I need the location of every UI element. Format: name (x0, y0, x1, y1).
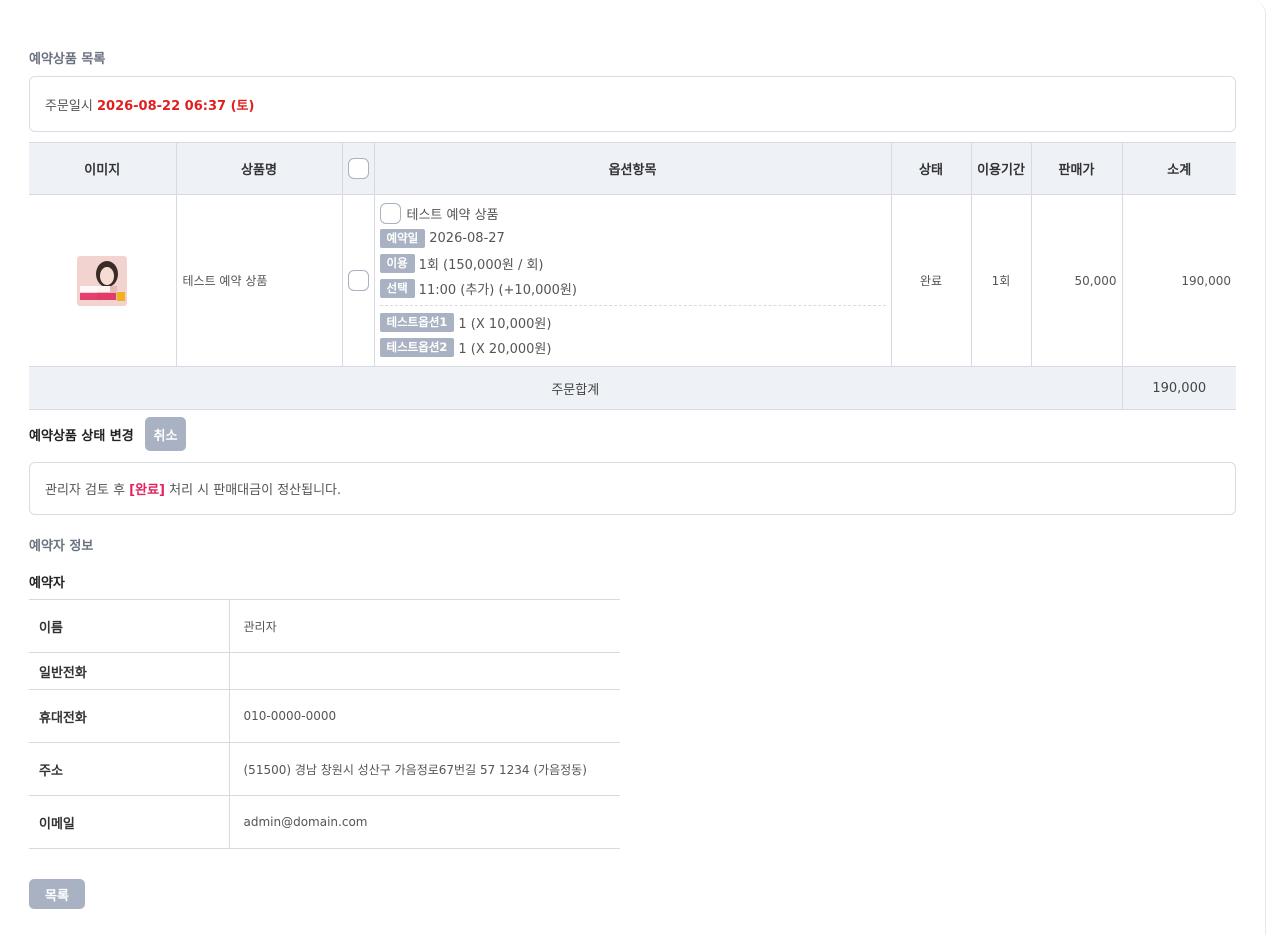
booker-mobile-label: 휴대전화 (29, 689, 230, 743)
product-status: 완료 (890, 194, 971, 367)
option-tag-use: 이용 (379, 254, 415, 273)
table-row: 이메일 admin@domain.com (29, 795, 620, 849)
product-image-cell (29, 194, 176, 367)
col-header-subtotal: 소계 (1121, 142, 1236, 195)
settlement-notice-box: 관리자 검토 후 [완료] 처리 시 판매대금이 정산됩니다. (29, 462, 1236, 515)
col-header-status: 상태 (890, 142, 971, 195)
col-header-options: 옵션항목 (373, 142, 891, 195)
product-table-header: 이미지 상품명 옵션항목 상태 이용기간 판매가 소계 (29, 142, 1236, 195)
booker-phone-value (229, 652, 620, 690)
booker-address-label: 주소 (29, 742, 230, 796)
booker-email-value: admin@domain.com (229, 795, 620, 849)
select-all-checkbox[interactable] (347, 158, 369, 179)
col-header-price: 판매가 (1030, 142, 1122, 195)
option-title: 테스트 예약 상품 (406, 208, 499, 223)
order-total-value: 190,000 (1121, 366, 1236, 410)
row-select-cell (341, 194, 374, 367)
order-total-label: 주문합계 (29, 366, 1122, 410)
booker-mobile-value: 010-0000-0000 (229, 689, 620, 743)
booker-email-label: 이메일 (29, 795, 230, 849)
notice-highlight: [완료] (129, 483, 165, 498)
order-total-row: 주문합계 190,000 (29, 366, 1236, 410)
booker-address-value: (51500) 경남 창원시 성산구 가음정로67번길 57 1234 (가음정… (229, 742, 620, 796)
product-table: 이미지 상품명 옵션항목 상태 이용기간 판매가 소계 테스트 예약 상품 테스… (29, 142, 1236, 410)
option-value-use: 1회 (150,000원 / 회) (418, 258, 544, 273)
booker-phone-label: 일반전화 (29, 652, 230, 690)
table-row: 이름 관리자 (29, 599, 620, 653)
notice-suffix: 처리 시 판매대금이 정산됩니다. (164, 483, 342, 498)
content-card: 예약상품 목록 주문일시 2026-08-22 06:37 (토) 이미지 상품… (0, 0, 1266, 935)
order-datetime-value: 2026-08-22 06:37 (토) (96, 98, 255, 114)
list-button[interactable]: 목록 (29, 879, 85, 909)
product-thumbnail[interactable] (77, 255, 128, 306)
table-row: 일반전화 (29, 652, 620, 690)
option-tag-test1: 테스트옵션1 (379, 313, 455, 332)
option-value-select: 11:00 (추가) (+10,000원) (418, 283, 577, 298)
table-row: 휴대전화 010-0000-0000 (29, 689, 620, 743)
col-header-select-all (341, 142, 374, 195)
section-title-product-list: 예약상품 목록 (29, 52, 106, 67)
product-subtotal: 190,000 (1121, 194, 1236, 367)
table-row: 테스트 예약 상품 테스트 예약 상품 예약일 2026-08-27 이용 1회… (29, 194, 1236, 367)
option-tag-select: 선택 (379, 279, 415, 298)
notice-prefix: 관리자 검토 후 (45, 483, 130, 498)
order-datetime-box: 주문일시 2026-08-22 06:37 (토) (29, 76, 1236, 132)
product-period: 1회 (970, 194, 1031, 367)
booker-name-value: 관리자 (229, 599, 620, 653)
col-header-period: 이용기간 (970, 142, 1031, 195)
product-name[interactable]: 테스트 예약 상품 (175, 194, 342, 367)
col-header-name: 상품명 (175, 142, 342, 195)
option-value-test2: 1 (X 20,000원) (458, 342, 552, 357)
status-change-label: 예약상품 상태 변경 (29, 429, 134, 444)
table-row: 주소 (51500) 경남 창원시 성산구 가음정로67번길 57 1234 (… (29, 742, 620, 796)
option-value-date: 2026-08-27 (429, 231, 505, 246)
product-price: 50,000 (1030, 194, 1122, 367)
booker-name-label: 이름 (29, 599, 230, 653)
cancel-button[interactable]: 취소 (145, 417, 186, 451)
option-tag-test2: 테스트옵션2 (379, 338, 455, 357)
option-divider (379, 305, 886, 306)
option-tag-date: 예약일 (379, 229, 426, 248)
order-datetime-label: 주문일시 (45, 98, 93, 114)
option-checkbox[interactable] (379, 203, 401, 224)
booker-info-table: 이름 관리자 일반전화 휴대전화 010-0000-0000 주소 (51500… (29, 599, 620, 849)
product-options-cell: 테스트 예약 상품 예약일 2026-08-27 이용 1회 (150,000원… (373, 194, 891, 367)
option-value-test1: 1 (X 10,000원) (458, 317, 552, 332)
section-title-booker-info: 예약자 정보 (29, 539, 94, 554)
row-checkbox[interactable] (347, 270, 369, 291)
col-header-image: 이미지 (29, 142, 176, 195)
booker-subtitle: 예약자 (29, 576, 65, 591)
